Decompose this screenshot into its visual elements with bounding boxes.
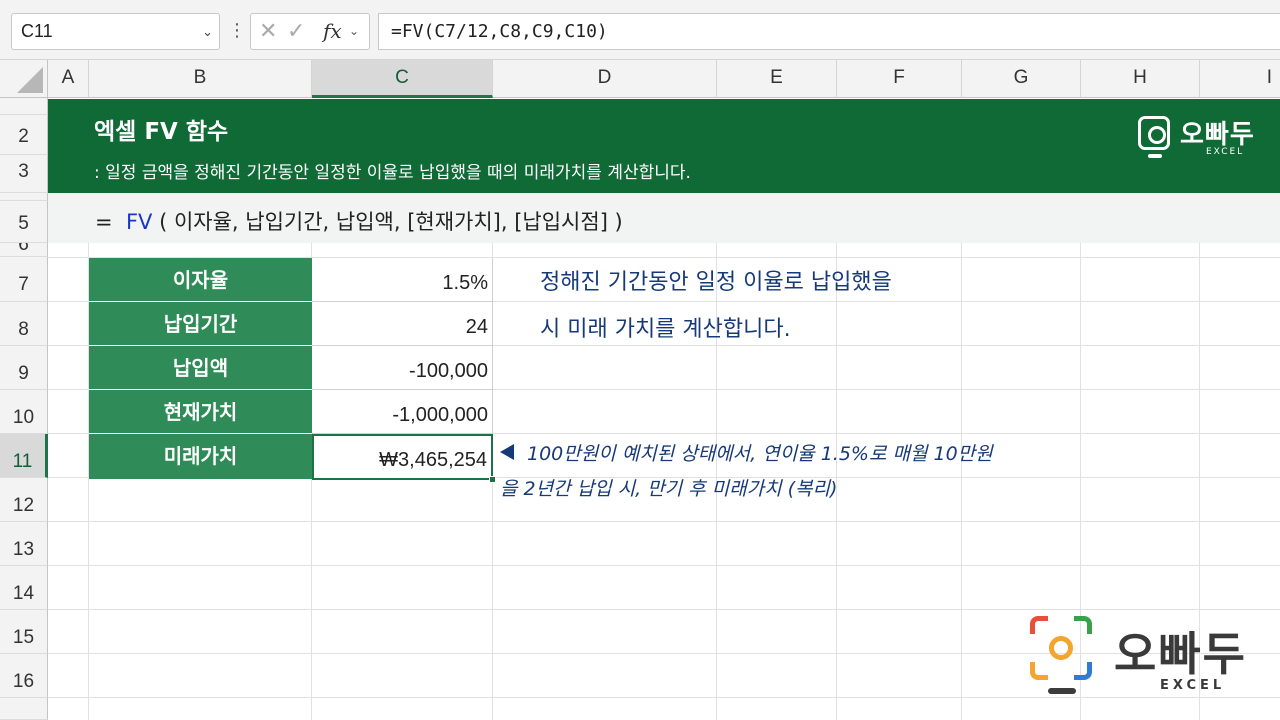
name-box-value: C11 — [21, 21, 53, 41]
close-icon[interactable]: ✕ — [259, 14, 277, 49]
value-cell-future-value[interactable]: ₩3,465,254 — [312, 434, 493, 480]
camera-icon — [1030, 616, 1092, 680]
row-header-5[interactable]: 5 — [0, 201, 48, 243]
example-note-line-1: 100만원이 예치된 상태에서, 연이율 1.5%로 매월 10만원 — [527, 443, 993, 465]
logo-large-subtext: EXCEL — [1160, 678, 1226, 693]
column-header-b[interactable]: B — [89, 60, 312, 98]
check-icon[interactable]: ✓ — [287, 14, 305, 49]
column-header-e[interactable]: E — [717, 60, 837, 98]
select-all-button[interactable] — [0, 60, 48, 98]
logo-text: 오빠두 — [1180, 120, 1255, 150]
row-header-3[interactable]: 3 — [0, 155, 48, 193]
camera-icon — [1138, 116, 1170, 150]
fill-handle[interactable] — [489, 476, 496, 483]
row-header-7[interactable]: 7 — [0, 257, 48, 302]
banner-subtitle: : 일정 금액을 정해진 기간동안 일정한 이율로 납입했을 때의 미래가치를 … — [94, 163, 691, 183]
chevron-down-icon[interactable]: ⌄ — [202, 14, 213, 49]
chevron-down-icon[interactable]: ⌄ — [349, 14, 359, 49]
row-header-9[interactable]: 9 — [0, 346, 48, 390]
label-cell-periods[interactable]: 납입기간 — [89, 302, 312, 346]
value-cell-payment[interactable]: -100,000 — [312, 346, 493, 390]
formula-buttons: ✕ ✓ fx ⌄ — [250, 13, 370, 50]
brand-logo-small: 오빠두 EXCEL — [1138, 114, 1278, 164]
note-line-1: 정해진 기간동안 일정 이율로 납입했을 — [540, 270, 892, 295]
note-line-2: 시 미래 가치를 계산합니다. — [540, 317, 791, 342]
label-cell-future-value[interactable]: 미래가치 — [89, 434, 312, 479]
row-header-8[interactable]: 8 — [0, 302, 48, 346]
row-header-15[interactable]: 15 — [0, 610, 48, 654]
brand-logo-large: 오빠두 EXCEL — [1030, 616, 1270, 706]
label-cell-present-value[interactable]: 현재가치 — [89, 390, 312, 434]
row-header-2[interactable]: 2 — [0, 115, 48, 155]
function-syntax: = FV ( 이자율, 납입기간, 납입액, [현재가치], [납입시점] ) — [95, 210, 623, 234]
row-header-13[interactable]: 13 — [0, 522, 48, 566]
column-header-d[interactable]: D — [493, 60, 717, 98]
column-header-h[interactable]: H — [1081, 60, 1200, 98]
formula-input[interactable]: =FV(C7/12,C8,C9,C10) — [378, 13, 1280, 50]
insert-function-icon[interactable]: fx — [323, 14, 342, 49]
label-cell-interest-rate[interactable]: 이자율 — [89, 258, 312, 302]
row-header-1[interactable] — [0, 98, 48, 115]
row-header-17[interactable] — [0, 698, 48, 720]
value-cell-present-value[interactable]: -1,000,000 — [312, 390, 493, 434]
value-cell-periods[interactable]: 24 — [312, 302, 493, 346]
row-header-4[interactable] — [0, 193, 48, 201]
logo-subtext: EXCEL — [1206, 147, 1245, 157]
row-header-10[interactable]: 10 — [0, 390, 48, 434]
row-header-11[interactable]: 11 — [0, 434, 48, 478]
row-header-12[interactable]: 12 — [0, 478, 48, 522]
column-header-a[interactable]: A — [48, 60, 89, 98]
formula-bar: C11 ⌄ ⋮ ✕ ✓ fx ⌄ =FV(C7/12,C8,C9,C10) — [0, 0, 1280, 60]
row-header-16[interactable]: 16 — [0, 654, 48, 698]
name-box[interactable]: C11 ⌄ — [11, 13, 220, 50]
column-header-f[interactable]: F — [837, 60, 962, 98]
label-cell-payment[interactable]: 납입액 — [89, 346, 312, 390]
pointer-arrow-icon — [500, 444, 514, 460]
banner-title: 엑셀 FV 함수 — [94, 119, 229, 145]
function-name: FV — [125, 210, 153, 234]
column-header-i[interactable]: I — [1200, 60, 1280, 98]
function-args: ( 이자율, 납입기간, 납입액, [현재가치], [납입시점] ) — [152, 210, 623, 234]
value-cell-interest-rate[interactable]: 1.5% — [312, 258, 493, 302]
example-note-line-2: 을 2년간 납입 시, 만기 후 미래가치 (복리) — [500, 478, 838, 500]
column-header-g[interactable]: G — [962, 60, 1081, 98]
column-header-c[interactable]: C — [312, 60, 493, 98]
row-header-6[interactable]: 6 — [0, 243, 48, 257]
row-header-14[interactable]: 14 — [0, 566, 48, 610]
logo-large-text: 오빠두 — [1114, 627, 1247, 681]
more-options-icon[interactable]: ⋮ — [228, 13, 246, 50]
